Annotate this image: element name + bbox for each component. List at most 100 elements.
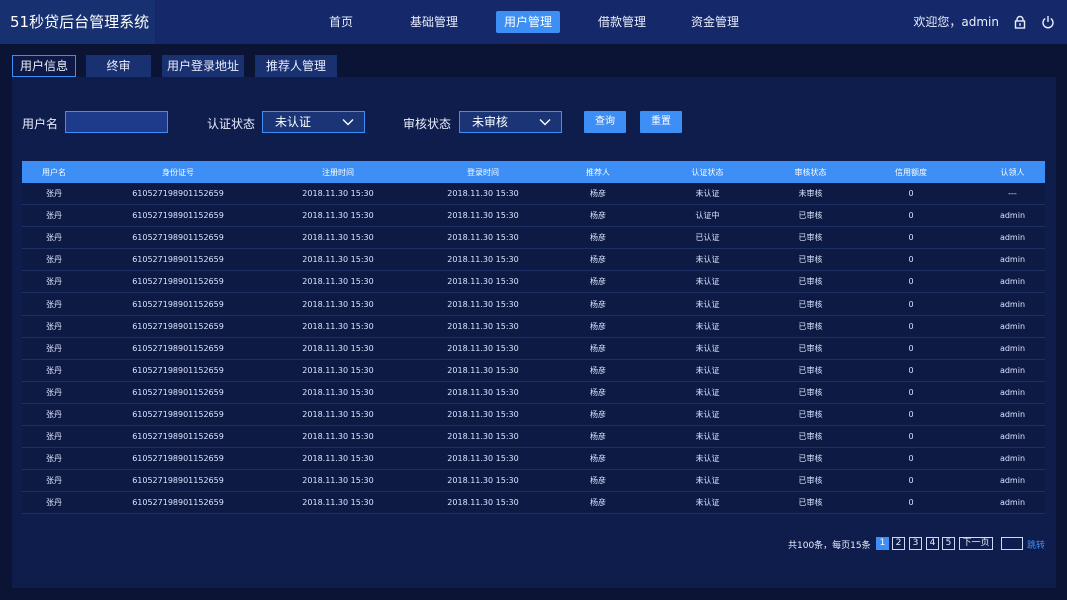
table-cell: 已审核 bbox=[798, 432, 823, 442]
table-cell: admin bbox=[999, 454, 1026, 464]
tab-referrer-management[interactable]: 推荐人管理 bbox=[255, 55, 337, 77]
table-cell: 2018.11.30 15:30 bbox=[447, 476, 519, 486]
table-cell: 未审核 bbox=[798, 189, 823, 199]
table-row[interactable]: 张丹 610527198901152659 2018.11.30 15:30 2018… bbox=[22, 271, 1045, 294]
column-header: 注册时间 bbox=[322, 167, 354, 177]
table-cell: 已认证 bbox=[695, 233, 720, 243]
table-cell: 2018.11.30 15:30 bbox=[447, 498, 519, 508]
page-3-button[interactable]: 3 bbox=[909, 537, 922, 550]
table-cell: 未认证 bbox=[695, 409, 720, 419]
table-cell: 已审核 bbox=[798, 211, 823, 221]
table-cell: 未认证 bbox=[695, 343, 720, 353]
chevron-down-icon bbox=[539, 119, 551, 126]
audit-status-label: 审核状态 bbox=[403, 117, 452, 131]
table-cell: 2018.11.30 15:30 bbox=[302, 409, 374, 419]
reset-button[interactable]: 重置 bbox=[640, 111, 682, 133]
table-cell: 610527198901152659 bbox=[132, 189, 224, 199]
table-row[interactable]: 张丹 610527198901152659 2018.11.30 15:30 2018… bbox=[22, 448, 1045, 471]
table-cell: 张丹 bbox=[46, 454, 62, 464]
table-cell: 610527198901152659 bbox=[132, 277, 224, 287]
table-cell: 未认证 bbox=[695, 299, 720, 309]
cert-status-select[interactable]: 未认证 bbox=[262, 111, 365, 133]
table-cell: 2018.11.30 15:30 bbox=[447, 233, 519, 243]
power-icon[interactable] bbox=[1041, 15, 1055, 29]
table-cell: 杨彦 bbox=[590, 343, 606, 353]
table-row[interactable]: 张丹 610527198901152659 2018.11.30 15:30 2018… bbox=[22, 492, 1045, 515]
column-header: 认领人 bbox=[1000, 167, 1025, 177]
column-header: 信用额度 bbox=[895, 167, 927, 177]
table-cell: 0 bbox=[908, 321, 914, 331]
table-cell: 未认证 bbox=[695, 498, 720, 508]
jump-button[interactable]: 跳转 bbox=[1027, 538, 1045, 551]
table-row[interactable]: 张丹 610527198901152659 2018.11.30 15:30 2018… bbox=[22, 315, 1045, 338]
table-cell: 杨彦 bbox=[590, 299, 606, 309]
table-cell: 610527198901152659 bbox=[132, 343, 224, 353]
nav-item-loans[interactable]: 借款管理 bbox=[590, 11, 654, 33]
table-cell: 2018.11.30 15:30 bbox=[447, 365, 519, 375]
table-row[interactable]: 张丹 610527198901152659 2018.11.30 15:30 2018… bbox=[22, 403, 1045, 427]
table-cell: 0 bbox=[908, 387, 914, 397]
page-2-button[interactable]: 2 bbox=[892, 537, 905, 550]
table-cell: 2018.11.30 15:30 bbox=[302, 365, 374, 375]
page-4-button[interactable]: 4 bbox=[926, 537, 939, 550]
table-cell: admin bbox=[999, 321, 1026, 331]
table-row[interactable]: 张丹 610527198901152659 2018.11.30 15:30 2018… bbox=[22, 227, 1045, 250]
query-button[interactable]: 查询 bbox=[584, 111, 626, 133]
tab-user-info[interactable]: 用户信息 bbox=[12, 55, 76, 77]
table-cell: 2018.11.30 15:30 bbox=[302, 277, 374, 287]
table-cell: 已审核 bbox=[798, 255, 823, 265]
table-cell: 已审核 bbox=[798, 233, 823, 243]
table-cell: 张丹 bbox=[46, 387, 62, 397]
nav-item-users[interactable]: 用户管理 bbox=[496, 11, 560, 33]
table-cell: 2018.11.30 15:30 bbox=[302, 387, 374, 397]
lock-icon[interactable] bbox=[1013, 15, 1027, 29]
table-cell: 610527198901152659 bbox=[132, 255, 224, 265]
table-cell: 未认证 bbox=[695, 432, 720, 442]
audit-status-select[interactable]: 未审核 bbox=[459, 111, 562, 133]
table-cell: 张丹 bbox=[46, 476, 62, 486]
table-row[interactable]: 张丹 610527198901152659 2018.11.30 15:30 2018… bbox=[22, 183, 1045, 206]
table-cell: 张丹 bbox=[46, 233, 62, 243]
tab-final-review[interactable]: 终审 bbox=[86, 55, 151, 77]
table-cell: 0 bbox=[908, 365, 914, 375]
table-row[interactable]: 张丹 610527198901152659 2018.11.30 15:30 2018… bbox=[22, 426, 1045, 449]
page-1-button[interactable]: 1 bbox=[876, 537, 889, 550]
table-cell: admin bbox=[999, 476, 1026, 486]
page-jump-input[interactable] bbox=[1001, 537, 1023, 550]
table-cell: 杨彦 bbox=[590, 321, 606, 331]
table-cell: 2018.11.30 15:30 bbox=[447, 343, 519, 353]
table-cell: 杨彦 bbox=[590, 189, 606, 199]
column-header: 用户名 bbox=[42, 167, 66, 177]
table-cell: 2018.11.30 15:30 bbox=[302, 189, 374, 199]
next-page-button[interactable]: 下一页 bbox=[959, 537, 993, 550]
table-cell: 2018.11.30 15:30 bbox=[447, 299, 519, 309]
username-input[interactable] bbox=[65, 111, 168, 133]
table-cell: 未认证 bbox=[695, 387, 720, 397]
table-row[interactable]: 张丹 610527198901152659 2018.11.30 15:30 2018… bbox=[22, 293, 1045, 316]
table-cell: 已审核 bbox=[798, 409, 823, 419]
tab-login-address[interactable]: 用户登录地址 bbox=[162, 55, 244, 77]
nav-item-funds[interactable]: 资金管理 bbox=[683, 11, 747, 33]
table-cell: 未认证 bbox=[695, 189, 720, 199]
page-5-button[interactable]: 5 bbox=[942, 537, 955, 550]
table-cell: 0 bbox=[908, 343, 914, 353]
table-cell: 已审核 bbox=[798, 277, 823, 287]
nav-item-basic[interactable]: 基础管理 bbox=[402, 11, 466, 33]
table-row[interactable]: 张丹 610527198901152659 2018.11.30 15:30 2018… bbox=[22, 359, 1045, 382]
table-cell: 已审核 bbox=[798, 299, 823, 309]
table-row[interactable]: 张丹 610527198901152659 2018.11.30 15:30 2018… bbox=[22, 470, 1045, 493]
table-row[interactable]: 张丹 610527198901152659 2018.11.30 15:30 2018… bbox=[22, 249, 1045, 272]
table-cell: 杨彦 bbox=[590, 365, 606, 375]
table-cell: 张丹 bbox=[46, 189, 62, 199]
table-cell: 0 bbox=[908, 454, 914, 464]
table-cell: 0 bbox=[908, 211, 914, 221]
nav-item-home[interactable]: 首页 bbox=[309, 11, 373, 33]
table-cell: 2018.11.30 15:30 bbox=[447, 432, 519, 442]
table-cell: admin bbox=[999, 365, 1026, 375]
table-cell: 杨彦 bbox=[590, 432, 606, 442]
table-row[interactable]: 张丹 610527198901152659 2018.11.30 15:30 2018… bbox=[22, 205, 1045, 228]
table-cell: 610527198901152659 bbox=[132, 454, 224, 464]
table-cell: admin bbox=[999, 387, 1026, 397]
table-row[interactable]: 张丹 610527198901152659 2018.11.30 15:30 2018… bbox=[22, 337, 1045, 360]
table-row[interactable]: 张丹 610527198901152659 2018.11.30 15:30 2018… bbox=[22, 381, 1045, 404]
